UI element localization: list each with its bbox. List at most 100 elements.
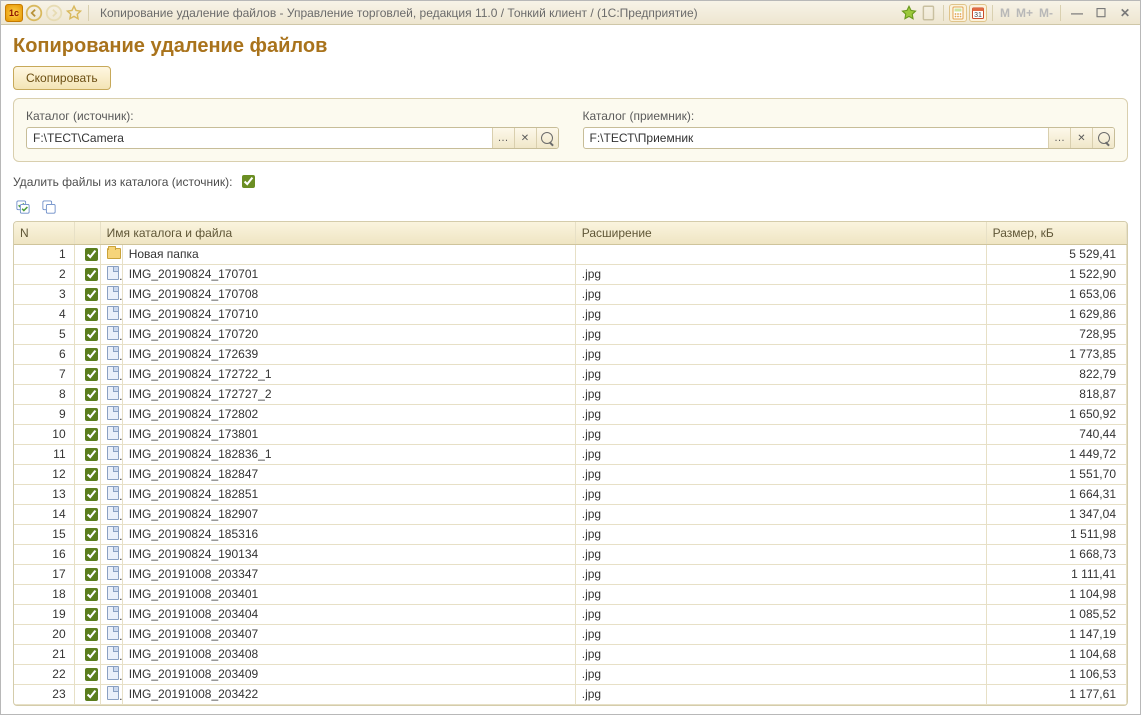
row-checkbox[interactable] xyxy=(85,328,98,341)
table-row[interactable]: 19IMG_20191008_203404.jpg1 085,52 xyxy=(14,604,1127,624)
row-checkbox[interactable] xyxy=(85,588,98,601)
row-checkbox[interactable] xyxy=(85,648,98,661)
table-row[interactable]: 21IMG_20191008_203408.jpg1 104,68 xyxy=(14,644,1127,664)
row-checkbox[interactable] xyxy=(85,488,98,501)
file-table-scroll[interactable]: N Имя каталога и файла Расширение Размер… xyxy=(14,222,1127,705)
calculator-icon[interactable] xyxy=(949,4,967,22)
row-checkbox-cell[interactable] xyxy=(74,704,100,705)
table-row[interactable]: 13IMG_20190824_182851.jpg1 664,31 xyxy=(14,484,1127,504)
col-header-size[interactable]: Размер, кБ xyxy=(986,222,1126,244)
memory-mminus-button[interactable]: M- xyxy=(1037,6,1055,20)
row-checkbox[interactable] xyxy=(85,348,98,361)
row-checkbox-cell[interactable] xyxy=(74,324,100,344)
table-row[interactable]: 2IMG_20190824_170701.jpg1 522,90 xyxy=(14,264,1127,284)
row-checkbox[interactable] xyxy=(85,688,98,701)
uncheck-all-button[interactable] xyxy=(39,197,59,217)
dest-search-button[interactable] xyxy=(1092,128,1114,148)
row-checkbox[interactable] xyxy=(85,368,98,381)
col-header-ext[interactable]: Расширение xyxy=(575,222,986,244)
col-header-chk[interactable] xyxy=(74,222,100,244)
row-checkbox-cell[interactable] xyxy=(74,344,100,364)
copy-button[interactable]: Скопировать xyxy=(13,66,111,90)
source-clear-button[interactable] xyxy=(514,128,536,148)
row-checkbox[interactable] xyxy=(85,528,98,541)
favorite-icon[interactable] xyxy=(65,4,83,22)
source-browse-button[interactable] xyxy=(492,128,514,148)
row-checkbox-cell[interactable] xyxy=(74,644,100,664)
row-checkbox-cell[interactable] xyxy=(74,584,100,604)
table-row[interactable]: 17IMG_20191008_203347.jpg1 111,41 xyxy=(14,564,1127,584)
delete-option-checkbox[interactable] xyxy=(242,175,255,188)
row-checkbox-cell[interactable] xyxy=(74,544,100,564)
row-checkbox-cell[interactable] xyxy=(74,244,100,264)
table-row[interactable]: 7IMG_20190824_172722_1.jpg822,79 xyxy=(14,364,1127,384)
table-row[interactable]: 5IMG_20190824_170720.jpg728,95 xyxy=(14,324,1127,344)
table-row[interactable]: 22IMG_20191008_203409.jpg1 106,53 xyxy=(14,664,1127,684)
row-checkbox-cell[interactable] xyxy=(74,424,100,444)
row-checkbox-cell[interactable] xyxy=(74,364,100,384)
row-checkbox-cell[interactable] xyxy=(74,504,100,524)
minimize-button[interactable]: — xyxy=(1066,6,1088,20)
close-button[interactable]: ✕ xyxy=(1114,6,1136,20)
table-row[interactable]: 8IMG_20190824_172727_2.jpg818,87 xyxy=(14,384,1127,404)
table-row[interactable]: 16IMG_20190824_190134.jpg1 668,73 xyxy=(14,544,1127,564)
row-checkbox-cell[interactable] xyxy=(74,384,100,404)
calendar-icon[interactable]: 31 xyxy=(969,4,987,22)
row-checkbox[interactable] xyxy=(85,388,98,401)
row-checkbox[interactable] xyxy=(85,308,98,321)
row-checkbox[interactable] xyxy=(85,568,98,581)
table-row[interactable]: 23IMG_20191008_203422.jpg1 177,61 xyxy=(14,684,1127,704)
table-row[interactable]: 14IMG_20190824_182907.jpg1 347,04 xyxy=(14,504,1127,524)
col-header-n[interactable]: N xyxy=(14,222,74,244)
nav-forward-icon[interactable] xyxy=(45,4,63,22)
table-row[interactable]: 12IMG_20190824_182847.jpg1 551,70 xyxy=(14,464,1127,484)
table-row[interactable]: 9IMG_20190824_172802.jpg1 650,92 xyxy=(14,404,1127,424)
row-checkbox-cell[interactable] xyxy=(74,604,100,624)
dest-folder-input[interactable] xyxy=(584,128,1049,148)
row-checkbox-cell[interactable] xyxy=(74,524,100,544)
row-checkbox-cell[interactable] xyxy=(74,564,100,584)
source-search-button[interactable] xyxy=(536,128,558,148)
row-checkbox[interactable] xyxy=(85,628,98,641)
memory-mplus-button[interactable]: M+ xyxy=(1014,6,1035,20)
source-folder-input[interactable] xyxy=(27,128,492,148)
table-row[interactable]: 3IMG_20190824_170708.jpg1 653,06 xyxy=(14,284,1127,304)
table-row[interactable]: 11IMG_20190824_182836_1.jpg1 449,72 xyxy=(14,444,1127,464)
dest-folder-field[interactable] xyxy=(583,127,1116,149)
row-checkbox-cell[interactable] xyxy=(74,444,100,464)
memory-m-button[interactable]: M xyxy=(998,6,1012,20)
row-checkbox-cell[interactable] xyxy=(74,664,100,684)
row-checkbox-cell[interactable] xyxy=(74,284,100,304)
doc-icon[interactable] xyxy=(920,4,938,22)
row-checkbox[interactable] xyxy=(85,468,98,481)
table-row[interactable]: 20IMG_20191008_203407.jpg1 147,19 xyxy=(14,624,1127,644)
row-checkbox-cell[interactable] xyxy=(74,304,100,324)
check-all-button[interactable] xyxy=(13,197,33,217)
row-checkbox[interactable] xyxy=(85,508,98,521)
nav-back-icon[interactable] xyxy=(25,4,43,22)
row-checkbox-cell[interactable] xyxy=(74,684,100,704)
dest-clear-button[interactable] xyxy=(1070,128,1092,148)
table-row[interactable]: 10IMG_20190824_173801.jpg740,44 xyxy=(14,424,1127,444)
source-folder-field[interactable] xyxy=(26,127,559,149)
row-checkbox-cell[interactable] xyxy=(74,624,100,644)
row-checkbox[interactable] xyxy=(85,448,98,461)
row-checkbox-cell[interactable] xyxy=(74,264,100,284)
row-checkbox[interactable] xyxy=(85,668,98,681)
add-favorite-icon[interactable] xyxy=(900,4,918,22)
row-checkbox[interactable] xyxy=(85,268,98,281)
row-checkbox[interactable] xyxy=(85,608,98,621)
table-row[interactable]: 15IMG_20190824_185316.jpg1 511,98 xyxy=(14,524,1127,544)
row-checkbox[interactable] xyxy=(85,408,98,421)
row-checkbox[interactable] xyxy=(85,248,98,261)
table-row[interactable]: 24IMG_20191008_203425.jpg1 185,68 xyxy=(14,704,1127,705)
row-checkbox-cell[interactable] xyxy=(74,484,100,504)
row-checkbox[interactable] xyxy=(85,288,98,301)
row-checkbox[interactable] xyxy=(85,428,98,441)
dest-browse-button[interactable] xyxy=(1048,128,1070,148)
table-row[interactable]: 6IMG_20190824_172639.jpg1 773,85 xyxy=(14,344,1127,364)
row-checkbox-cell[interactable] xyxy=(74,404,100,424)
table-row[interactable]: 1Новая папка5 529,41 xyxy=(14,244,1127,264)
row-checkbox-cell[interactable] xyxy=(74,464,100,484)
row-checkbox[interactable] xyxy=(85,548,98,561)
